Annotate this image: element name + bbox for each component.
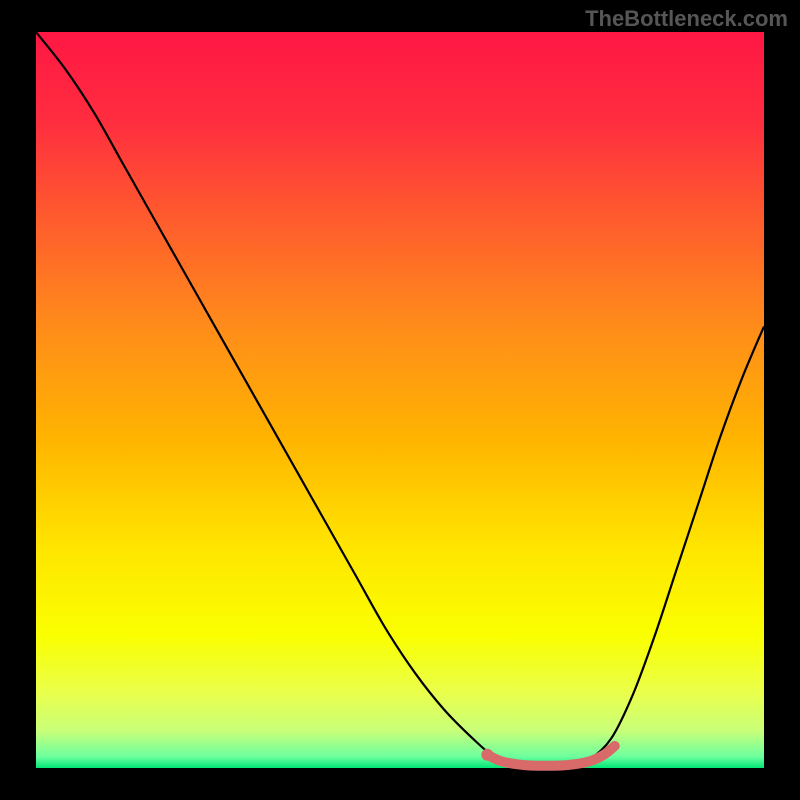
watermark-text: TheBottleneck.com: [585, 6, 788, 32]
chart-points-group: [481, 749, 493, 761]
bottleneck-chart: [0, 0, 800, 800]
chart-background: [36, 32, 764, 768]
optimal-start-dot: [481, 749, 493, 761]
